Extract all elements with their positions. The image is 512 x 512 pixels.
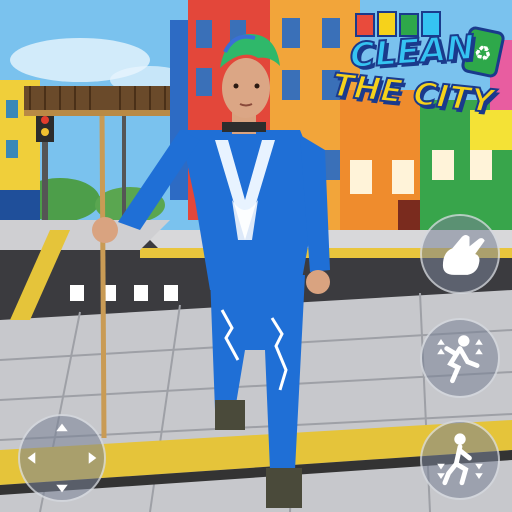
hand-grab-icon bbox=[442, 235, 485, 275]
broom bbox=[24, 86, 170, 439]
crouch-button[interactable] bbox=[420, 420, 500, 500]
jump-icon bbox=[437, 335, 483, 384]
pickup-button[interactable] bbox=[420, 214, 500, 294]
jump-button[interactable] bbox=[420, 318, 500, 398]
movement-joystick[interactable] bbox=[18, 414, 106, 502]
crouch-icon bbox=[437, 433, 483, 486]
arrow-icons bbox=[27, 423, 97, 493]
game-logo: ♻ CLEAN THE CITY bbox=[316, 10, 506, 130]
